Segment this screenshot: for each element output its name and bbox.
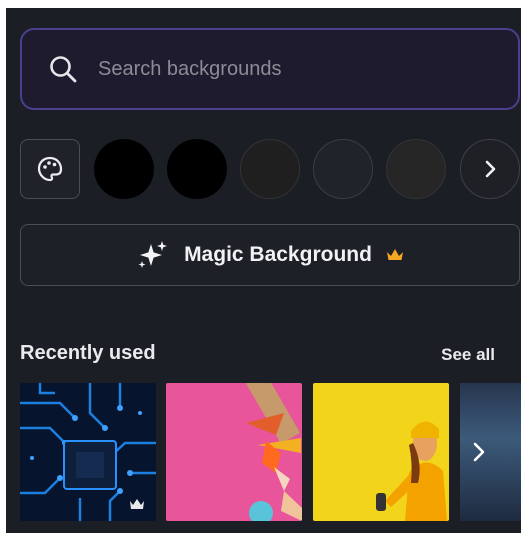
magic-background-button[interactable]: Magic Background — [20, 224, 520, 286]
color-palette-button[interactable] — [20, 139, 80, 199]
color-swatch-3[interactable] — [240, 139, 300, 199]
recent-background-circuit[interactable] — [20, 383, 156, 521]
section-title-recently-used: Recently used — [20, 342, 156, 364]
more-colors-button[interactable] — [460, 139, 520, 199]
recent-background-pink-craft[interactable] — [166, 383, 302, 521]
chevron-right-icon — [473, 442, 485, 462]
search-box[interactable] — [20, 28, 520, 110]
circuit-board-image — [20, 383, 156, 521]
magic-background-label: Magic Background — [184, 243, 372, 266]
color-swatch-4[interactable] — [313, 139, 373, 199]
color-swatch-1[interactable] — [94, 139, 154, 199]
crown-icon — [386, 249, 403, 260]
search-input[interactable] — [96, 56, 518, 82]
pink-craft-image — [166, 383, 302, 521]
color-swatch-5[interactable] — [386, 139, 446, 199]
palette-icon — [37, 156, 63, 182]
recent-background-yellow-woman[interactable] — [313, 383, 449, 521]
search-icon — [50, 56, 77, 83]
color-swatch-2[interactable] — [167, 139, 227, 199]
chevron-right-icon — [485, 160, 496, 178]
see-all-link[interactable]: See all — [441, 345, 495, 365]
recent-background-more[interactable] — [460, 383, 521, 521]
backgrounds-panel: Magic Background Recently used See all — [6, 8, 521, 533]
sparkle-icon — [138, 241, 168, 268]
yellow-woman-image — [313, 383, 449, 521]
